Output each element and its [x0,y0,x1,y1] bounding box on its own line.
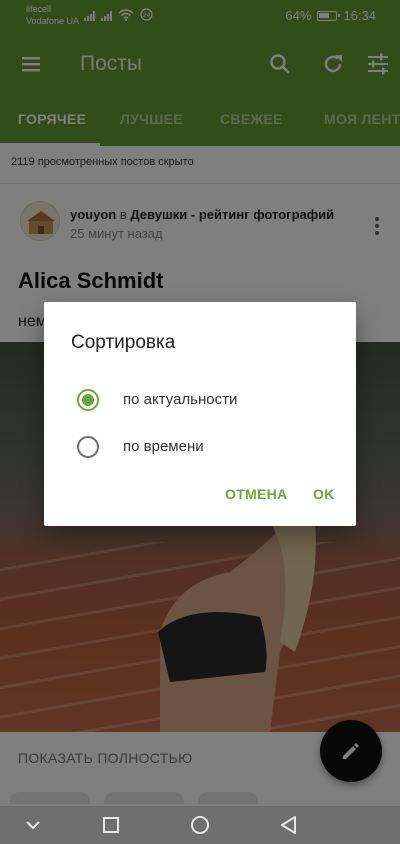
radio-selected-icon[interactable] [77,389,99,411]
radio-unselected-icon[interactable] [77,436,99,458]
dialog-title: Сортировка [71,332,176,353]
recents-icon[interactable] [98,812,124,838]
sort-option-time[interactable]: по времени [44,424,356,470]
sort-option-relevance[interactable]: по актуальности [44,377,356,423]
cancel-button[interactable]: ОТМЕНА [225,486,287,502]
sort-option-label: по времени [123,438,204,455]
sort-option-label: по актуальности [123,391,238,408]
collapse-icon[interactable] [20,812,46,838]
sort-dialog: Сортировка по актуальности по времени ОТ… [44,302,356,526]
back-icon[interactable] [276,812,302,838]
ok-button[interactable]: OK [313,486,335,502]
home-icon[interactable] [187,812,213,838]
system-nav-bar [0,806,400,844]
